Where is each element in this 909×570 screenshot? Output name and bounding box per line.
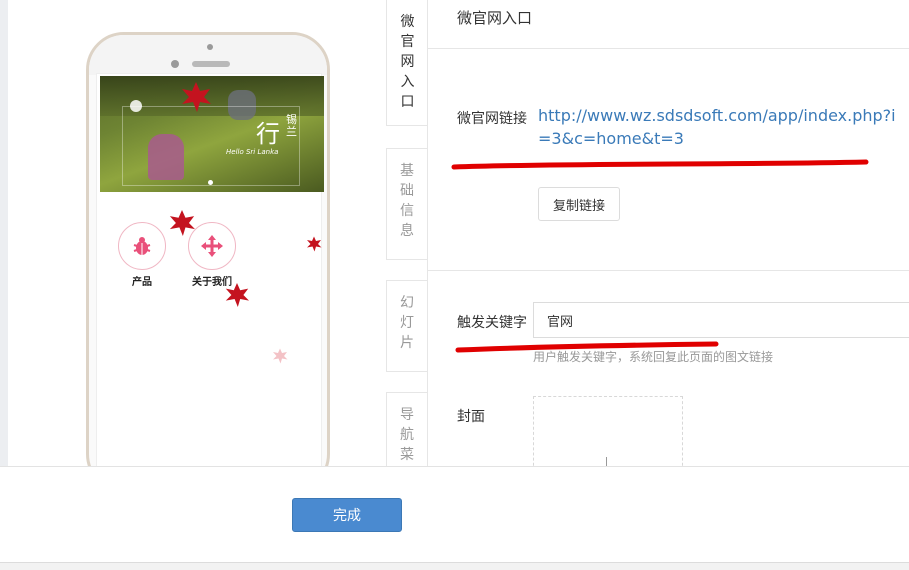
banner-title: 行 [256, 120, 280, 148]
maple-leaf-icon [273, 348, 288, 364]
move-arrows-icon [201, 235, 223, 257]
phone-screen: 行 锡兰 Hello Sri Lanka 产品 关于我们 [96, 73, 324, 489]
bug-icon [133, 237, 151, 255]
menu-item-products[interactable]: 产品 [116, 222, 168, 288]
footer-bar [0, 466, 909, 570]
keyword-input[interactable] [533, 302, 909, 338]
phone-camera [171, 60, 179, 68]
tab-label: 幻灯片 [400, 295, 414, 351]
banner-slide[interactable]: 行 锡兰 Hello Sri Lanka [100, 76, 324, 192]
maple-leaf-icon [225, 283, 249, 307]
phone-bezel-top [89, 35, 327, 75]
mute-icon[interactable] [130, 100, 142, 112]
tab-slideshow[interactable]: 幻灯片 [386, 280, 428, 372]
keyword-label: 触发关键字 [457, 315, 527, 331]
site-link-url[interactable]: http://www.wz.sdsdsoft.com/app/index.php… [538, 104, 898, 150]
annotation-underline [451, 159, 869, 170]
left-gutter [0, 0, 8, 466]
maple-leaf-icon [182, 82, 211, 112]
menu-icon-circle [118, 222, 166, 270]
banner-subtitle: Hello Sri Lanka [226, 148, 279, 156]
taskbar-strip [0, 562, 909, 570]
tab-site-entry[interactable]: 微官网入口 [386, 0, 428, 126]
divider [428, 270, 909, 271]
settings-tabs: 微官网入口 基础信息 幻灯片 导航菜单 [386, 0, 428, 483]
tab-divider [427, 0, 428, 466]
tab-label: 微官网入口 [400, 14, 415, 110]
cover-label: 封面 [457, 409, 485, 425]
cover-upload-area[interactable] [533, 396, 683, 476]
maple-leaf-icon [169, 210, 195, 236]
link-label: 微官网链接 [457, 111, 527, 127]
slide-indicator[interactable] [208, 180, 213, 185]
divider [428, 48, 909, 49]
copy-link-button[interactable]: 复制链接 [538, 187, 620, 221]
panel-title: 微官网入口 [457, 9, 533, 27]
phone-sensor [207, 44, 213, 50]
banner-title-sub: 锡兰 [286, 113, 297, 138]
annotation-underline [455, 341, 719, 353]
tab-basic-info[interactable]: 基础信息 [386, 148, 428, 260]
phone-speaker [192, 61, 230, 67]
menu-label: 产品 [132, 277, 152, 288]
done-button[interactable]: 完成 [292, 498, 402, 532]
tab-label: 基础信息 [400, 163, 414, 239]
maple-leaf-icon [307, 236, 322, 252]
